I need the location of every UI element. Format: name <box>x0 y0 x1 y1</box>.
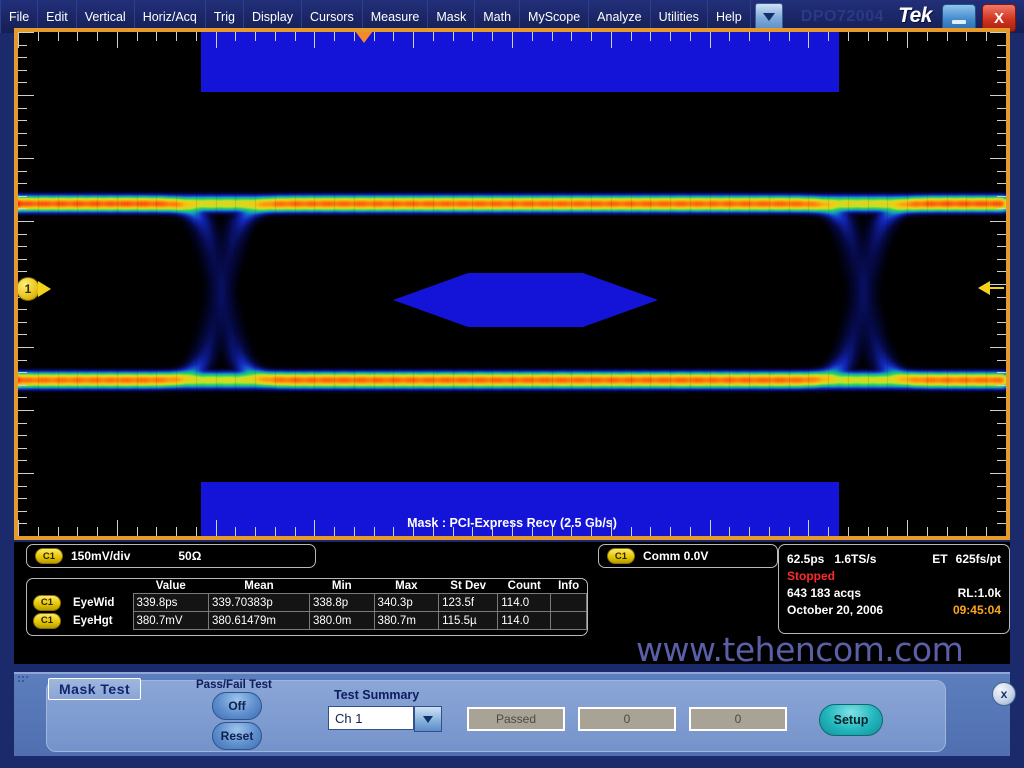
menu-overflow-button[interactable] <box>755 3 783 31</box>
acq-count-row: 643 183 acqs RL:1.0k <box>787 586 1001 600</box>
cell-max: 340.3p <box>374 594 439 612</box>
test-count-2: 0 <box>689 707 787 731</box>
vertical-scale-value: 150mV/div <box>71 549 130 563</box>
tek-logo: Tek <box>898 4 932 28</box>
test-summary-heading: Test Summary <box>334 688 419 702</box>
source-select-value: Ch 1 <box>328 706 414 730</box>
time-value: 09:45:04 <box>953 603 1001 617</box>
date-value: October 20, 2006 <box>787 603 883 617</box>
cell-min: 338.8p <box>309 594 374 612</box>
col-header-min: Min <box>309 579 374 594</box>
col-header-max: Max <box>374 579 439 594</box>
acq-rate-row: 62.5ps 1.6TS/s ET 625fs/pt <box>787 552 1001 566</box>
mask-region-center <box>393 272 658 328</box>
test-count-1: 0 <box>578 707 676 731</box>
passfail-reset-button[interactable]: Reset <box>212 722 262 750</box>
test-summary-source-select[interactable]: Ch 1 <box>328 706 442 732</box>
site-watermark: www.tehencom.com <box>636 630 1016 669</box>
mask-region-top <box>201 32 839 92</box>
trigger-position-marker[interactable] <box>355 32 373 43</box>
col-header-value: Value <box>133 579 208 594</box>
col-header-count: Count <box>498 579 551 594</box>
col-header-info: Info <box>551 579 587 594</box>
mask-label: Mask : PCI-Express Recv (2.5 Gb/s) <box>18 516 1006 530</box>
channel-badge-coupling: C1 <box>607 548 635 564</box>
waveform-display[interactable]: Mask : PCI-Express Recv (2.5 Gb/s) 1 <box>14 28 1010 540</box>
mask-test-title: Mask Test <box>48 678 141 700</box>
row-channel-badge: C1 <box>33 595 61 611</box>
col-header-stdev: St Dev <box>439 579 498 594</box>
cell-info <box>551 612 587 630</box>
marker-stem <box>990 287 1004 289</box>
channel-badge: C1 <box>35 548 63 564</box>
close-mask-panel-button[interactable]: x <box>992 682 1016 706</box>
source-select-arrow-button[interactable] <box>414 706 442 732</box>
measurement-name: EyeHgt <box>67 612 133 630</box>
minimize-icon <box>952 20 966 24</box>
acq-count-value: 643 183 acqs <box>787 586 861 600</box>
passfail-off-button[interactable]: Off <box>212 692 262 720</box>
sample-interval-value: 62.5ps <box>787 552 824 566</box>
acq-mode-value: ET <box>932 552 947 566</box>
acq-status-label: Stopped <box>787 569 1001 583</box>
channel-marker-label: 1 <box>18 277 40 301</box>
channel-coupling-panel[interactable]: C1 Comm 0.0V <box>598 544 778 568</box>
chevron-down-icon <box>763 13 775 21</box>
cell-count: 114.0 <box>498 594 551 612</box>
cell-mean: 339.70383p <box>208 594 309 612</box>
table-header-row: Value Mean Min Max St Dev Count Info <box>27 579 587 594</box>
channel-1-ground-marker[interactable]: 1 <box>18 277 51 301</box>
arrow-left-icon <box>978 281 990 295</box>
record-length-value: RL:1.0k <box>958 586 1001 600</box>
cell-value: 339.8ps <box>133 594 208 612</box>
coupling-value: Comm 0.0V <box>643 549 708 563</box>
row-channel-badge: C1 <box>33 613 61 629</box>
measurement-table: Value Mean Min Max St Dev Count Info C1 … <box>27 579 587 630</box>
oscilloscope-app: File Edit Vertical Horiz/Acq Trig Displa… <box>0 0 1024 768</box>
chevron-down-icon <box>423 716 433 723</box>
cell-min: 380.0m <box>309 612 374 630</box>
mask-setup-button[interactable]: Setup <box>819 704 883 736</box>
cell-mean: 380.61479m <box>208 612 309 630</box>
graticule-area: Mask : PCI-Express Recv (2.5 Gb/s) 1 <box>18 32 1006 536</box>
acq-datetime-row: October 20, 2006 09:45:04 <box>787 603 1001 617</box>
measurement-name: EyeWid <box>67 594 133 612</box>
table-row[interactable]: C1 EyeHgt 380.7mV 380.61479m 380.0m 380.… <box>27 612 587 630</box>
measurement-results-panel[interactable]: Value Mean Min Max St Dev Count Info C1 … <box>26 578 588 636</box>
channel-scale-panel[interactable]: C1 150mV/div 50Ω <box>26 544 316 568</box>
model-number-label: DPO72004 <box>801 8 884 26</box>
input-impedance-value: 50Ω <box>178 549 201 563</box>
cell-stdev: 123.5f <box>439 594 498 612</box>
cell-info <box>551 594 587 612</box>
sample-rate-value: 1.6TS/s <box>834 552 876 566</box>
cell-max: 380.7m <box>374 612 439 630</box>
table-row[interactable]: C1 EyeWid 339.8ps 339.70383p 338.8p 340.… <box>27 594 587 612</box>
resolution-value: 625fs/pt <box>956 552 1001 566</box>
pass-fail-heading: Pass/Fail Test <box>196 679 272 691</box>
acquisition-info-panel[interactable]: 62.5ps 1.6TS/s ET 625fs/pt Stopped 643 1… <box>778 544 1010 634</box>
cell-value: 380.7mV <box>133 612 208 630</box>
resize-grip[interactable] <box>18 676 28 688</box>
trigger-level-marker[interactable] <box>978 281 1004 295</box>
cell-stdev: 115.5µ <box>439 612 498 630</box>
col-header-mean: Mean <box>208 579 309 594</box>
test-result-status: Passed <box>467 707 565 731</box>
cell-count: 114.0 <box>498 612 551 630</box>
arrow-right-icon <box>38 281 51 297</box>
